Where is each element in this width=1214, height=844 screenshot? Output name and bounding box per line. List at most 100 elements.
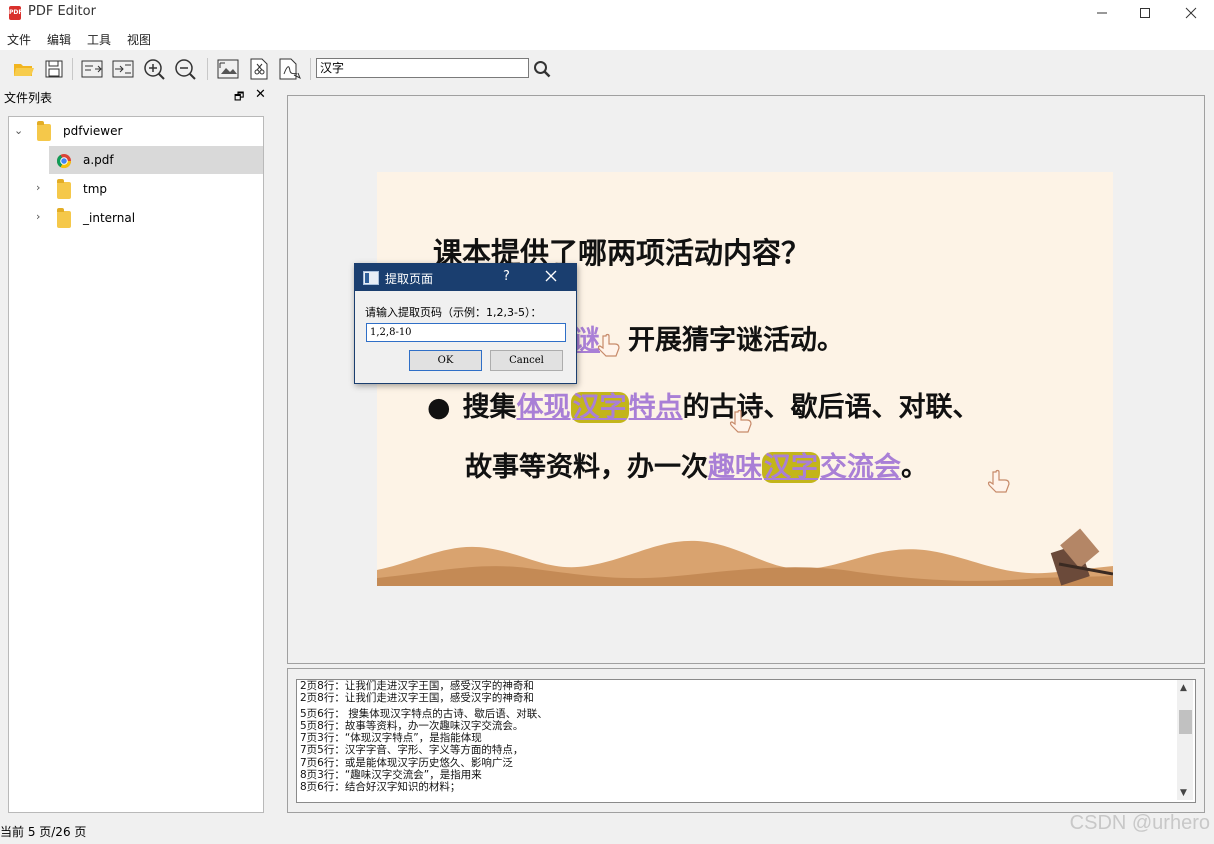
result-line[interactable]: 8页3行：“趣味汉字交流会”，是指用来 [297, 769, 1195, 781]
result-line[interactable]: 2页8行：让我们走进汉字王国，感受汉字的神奇和 [297, 692, 1195, 704]
tree-item-label: _internal [83, 211, 136, 225]
cut-page-icon [250, 58, 268, 80]
book-brush-icon [1050, 528, 1113, 586]
hand-pointer-icon [597, 333, 620, 357]
folder-icon [57, 179, 71, 199]
slide-text: 开展猜字谜活动。 [628, 325, 844, 356]
maximize-button[interactable] [1122, 0, 1168, 26]
result-line[interactable]: 5页8行：故事等资料，办一次趣味汉字交流会。 [297, 720, 1195, 732]
status-bar: 当前 5 页/26 页 [0, 825, 87, 839]
tree-item-label: a.pdf [83, 153, 114, 167]
tree-item-tmp[interactable]: › tmp [9, 175, 263, 203]
search-button[interactable] [528, 56, 556, 82]
chevron-down-icon[interactable]: ⌄ [14, 124, 23, 137]
watermark: CSDN @urhero [1069, 812, 1210, 834]
export-image-button[interactable] [214, 56, 242, 82]
vertical-scrollbar[interactable] [1177, 680, 1193, 800]
title-bar [0, 0, 1214, 26]
ok-button[interactable]: OK [409, 350, 482, 371]
folder-icon [57, 208, 71, 228]
extract-pages-dialog: 提取页面 ? 请输入提取页码（示例：1,2,3-5）： 1,2,8-10 OK … [354, 263, 577, 384]
result-line[interactable]: 5页6行： 搜集体现汉字特点的古诗、歇后语、对联、 [297, 708, 1195, 720]
tree-item-label: pdfviewer [63, 124, 123, 138]
result-line[interactable]: 7页3行：“体现汉字特点”，是指能体现 [297, 732, 1195, 744]
dock-close-button[interactable]: ✕ [255, 87, 266, 102]
menu-file[interactable]: 文件 [7, 31, 31, 48]
save-button[interactable] [40, 56, 68, 82]
close-icon [545, 270, 557, 282]
dialog-close-button[interactable] [545, 270, 557, 285]
menu-edit[interactable]: 编辑 [47, 31, 71, 48]
extract-page-button[interactable] [78, 56, 106, 82]
hand-pointer-icon [729, 409, 752, 433]
slide-text: 。 [901, 452, 928, 483]
menu-tools[interactable]: 工具 [87, 31, 111, 48]
page-range-input[interactable]: 1,2,8-10 [366, 323, 566, 342]
cancel-button[interactable]: Cancel [490, 350, 563, 371]
chevron-right-icon[interactable]: › [36, 181, 40, 194]
bullet: ● [427, 392, 451, 423]
help-button[interactable]: ? [503, 269, 510, 284]
zoom-out-button[interactable] [171, 56, 199, 82]
zoom-out-icon [175, 59, 196, 80]
open-folder-icon [14, 64, 34, 76]
save-icon [45, 60, 63, 78]
search-highlight: 汉字 [570, 392, 629, 423]
tree-item-a-pdf[interactable]: a.pdf [49, 146, 263, 174]
folder-icon [37, 121, 51, 141]
search-input[interactable]: 汉字 [316, 58, 529, 78]
chrome-pdf-icon [56, 154, 72, 169]
zoom-in-button[interactable] [140, 56, 168, 82]
scrollbar-thumb[interactable] [1179, 710, 1192, 734]
pdf-convert-button[interactable] [276, 56, 304, 82]
slide-line-2: ● 搜集体现汉字特点的古诗、歇后语、对联、 [427, 385, 980, 424]
cut-page-button[interactable] [245, 56, 273, 82]
slide-link: 体现汉字特点 [516, 392, 683, 423]
slide-text: 搜集 [462, 392, 517, 423]
image-export-icon [217, 59, 239, 79]
toolbar-separator [310, 58, 311, 80]
tree-item-internal[interactable]: › _internal [9, 204, 263, 232]
maximize-icon [1140, 8, 1150, 18]
open-button[interactable] [10, 56, 38, 82]
dialog-title: 提取页面 [385, 272, 434, 286]
restore-icon: 🗗 [234, 90, 245, 103]
scroll-up-icon[interactable]: ▲ [1180, 683, 1187, 693]
app-pdf-icon: PDF [9, 6, 22, 20]
tree-item-pdfviewer[interactable]: ⌄ pdfviewer [9, 117, 263, 145]
toolbar-separator [207, 58, 208, 80]
dock-title: 文件列表 [4, 91, 53, 105]
dialog-prompt: 请输入提取页码（示例：1,2,3-5）： [365, 306, 542, 319]
minimize-button[interactable] [1079, 0, 1125, 26]
result-line[interactable]: 7页5行：汉字字音、字形、字义等方面的特点， [297, 744, 1195, 756]
result-line[interactable]: 8页6行：结合好汉字知识的材料； [297, 781, 1195, 793]
close-icon [1185, 7, 1197, 19]
file-tree: ⌄ pdfviewer a.pdf › tmp › _internal [8, 116, 264, 813]
search-highlight: 汉字 [762, 452, 820, 483]
menu-bar [0, 26, 1214, 50]
close-icon: ✕ [255, 87, 266, 102]
result-line[interactable]: 7页6行：或是能体现汉字历史悠久、影响广泛 [297, 757, 1195, 769]
toolbar-separator [72, 58, 73, 80]
zoom-in-icon [144, 59, 165, 80]
dock-float-button[interactable]: 🗗 [234, 88, 244, 107]
slide-link: 趣味汉字交流会 [708, 452, 901, 483]
dialog-window-icon [363, 271, 379, 285]
page-extract-icon [81, 60, 103, 78]
window-title: PDF Editor [28, 4, 96, 19]
result-line[interactable]: 2页8行：让我们走进汉字王国，感受汉字的神奇和 [297, 680, 1195, 692]
mountain-decoration [377, 540, 1113, 586]
minimize-icon [1097, 12, 1107, 14]
page-insert-icon [112, 60, 134, 78]
slide-text: 的古诗、歇后语、对联、 [682, 392, 980, 423]
insert-page-button[interactable] [109, 56, 137, 82]
search-results-list[interactable]: 2页8行：让我们走进汉字王国，感受汉字的神奇和 2页8行：让我们走进汉字王国，感… [296, 679, 1196, 803]
slide-text: 故事等资料，办一次 [465, 452, 708, 483]
pdf-convert-icon [279, 58, 301, 80]
menu-view[interactable]: 视图 [127, 31, 151, 48]
hand-pointer-icon [987, 469, 1010, 493]
scroll-down-icon[interactable]: ▼ [1180, 788, 1187, 798]
tree-item-label: tmp [83, 182, 108, 196]
chevron-right-icon[interactable]: › [36, 210, 40, 223]
close-button[interactable] [1168, 0, 1214, 26]
